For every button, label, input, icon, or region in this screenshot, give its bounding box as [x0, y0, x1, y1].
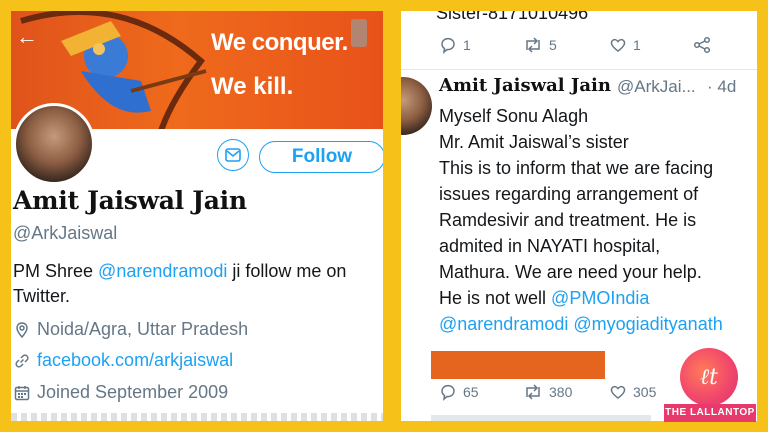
prev-share-action[interactable]: [693, 36, 717, 54]
like-icon: [610, 38, 626, 52]
link-icon: [15, 353, 29, 368]
website-link[interactable]: facebook.com/arkjaiswal: [37, 350, 233, 371]
mention-pmoindia[interactable]: @PMOIndia: [551, 288, 649, 308]
back-arrow-icon[interactable]: ←: [13, 23, 41, 51]
tweet-author-handle[interactable]: @ArkJai...: [617, 77, 696, 97]
cropped-next-row: [431, 415, 651, 421]
bio-prefix: PM Shree: [13, 261, 99, 281]
prev-retweet-count: 5: [549, 37, 557, 53]
location-icon: [16, 321, 28, 338]
like-action[interactable]: 305: [609, 383, 656, 401]
prev-retweet-action[interactable]: 5: [523, 36, 557, 54]
like-icon: [610, 385, 626, 399]
tweet-body: Myself Sonu Alagh Mr. Amit Jaiswal’s sis…: [439, 103, 757, 337]
profile-avatar[interactable]: [13, 103, 95, 185]
prev-like-count: 1: [633, 37, 641, 53]
logo-tag: THE LALLANTOP: [664, 404, 756, 422]
prev-like-action[interactable]: 1: [609, 36, 641, 54]
tweet-avatar[interactable]: [401, 77, 432, 135]
tweet-age: · 4d: [707, 77, 737, 96]
follow-button[interactable]: Follow: [259, 141, 383, 173]
reply-action[interactable]: 65: [439, 383, 479, 401]
like-count: 305: [633, 384, 657, 400]
profile-website: facebook.com/arkjaiswal: [13, 350, 233, 371]
tweet-line: issues regarding arrangement of: [439, 184, 699, 204]
location-text: Noida/Agra, Uttar Pradesh: [37, 319, 249, 339]
banner-line-2: We kill.: [211, 73, 294, 100]
tweet-line: Mr. Amit Jaiswal’s sister: [439, 132, 629, 152]
retweet-icon: [526, 384, 540, 400]
prev-reply-action[interactable]: 1: [439, 36, 471, 54]
mention-myogiadityanath[interactable]: @myogiadityanath: [573, 314, 722, 334]
reply-count: 65: [463, 384, 479, 400]
tweet-line: Ramdesivir and treatment. He is: [439, 210, 697, 230]
profile-joined: Joined September 2009: [13, 382, 228, 403]
reply-icon: [441, 384, 455, 401]
tweet-line: admited in NAYATI hospital,: [439, 236, 661, 256]
previous-tweet-text: Sister-8171010496: [436, 11, 589, 23]
retweet-action[interactable]: 380: [523, 383, 572, 401]
tweet-line: Mathura. We are need your help.: [439, 262, 702, 282]
bio-mention[interactable]: @narendramodi: [98, 261, 227, 281]
profile-name: Amit Jaiswal Jain: [13, 186, 247, 215]
tweet-author-name[interactable]: Amit Jaiswal Jain: [439, 75, 611, 96]
logo-mark: ℓt: [680, 348, 738, 406]
reply-icon: [441, 37, 455, 54]
lallantop-logo: ℓt THE LALLANTOP: [664, 348, 756, 422]
tweet-line8-prefix: He is not well: [439, 288, 552, 308]
cropped-stats-row: [11, 413, 383, 421]
profile-panel: ← We conquer. We kill. Follow Amit Jaisw…: [11, 11, 383, 421]
tweet-line: Myself Sonu Alagh: [439, 106, 589, 126]
share-icon: [693, 36, 711, 54]
redaction-bar: [431, 351, 605, 379]
mention-narendramodi[interactable]: @narendramodi: [439, 314, 568, 334]
profile-bio: PM Shree @narendramodi ji follow me on T…: [13, 259, 373, 309]
tweet-line: He is not well @PMOIndia: [439, 285, 757, 311]
banner-line-1: We conquer.: [211, 29, 348, 56]
bio-line-2: Twitter.: [13, 286, 71, 306]
tweet-divider: [401, 69, 757, 70]
mail-icon: [225, 148, 241, 162]
retweet-count: 380: [549, 384, 573, 400]
profile-location: Noida/Agra, Uttar Pradesh: [13, 319, 248, 340]
tweet-line: This is to inform that we are facing: [439, 158, 714, 178]
joined-text: Joined September 2009: [37, 382, 229, 402]
retweet-icon: [526, 37, 540, 53]
profile-handle: @ArkJaiswal: [13, 223, 118, 243]
tweet-line: @narendramodi @myogiadityanath: [439, 311, 757, 337]
calendar-icon: [14, 385, 30, 400]
message-button[interactable]: [217, 139, 249, 171]
prev-reply-count: 1: [463, 37, 471, 53]
bio-suffix: ji follow me on: [227, 261, 347, 281]
overflow-menu-icon[interactable]: [351, 19, 367, 47]
